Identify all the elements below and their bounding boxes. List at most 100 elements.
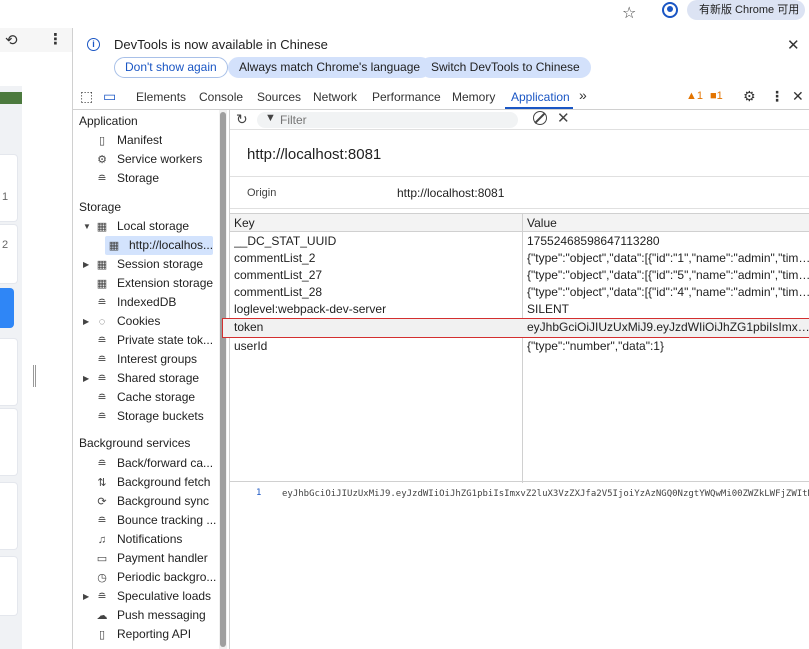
table-row[interactable]: commentList_28 {"type":"object","data":[{… — [230, 284, 809, 301]
table-row[interactable]: userId {"type":"number","data":1} — [230, 338, 809, 355]
device-toolbar-icon[interactable]: ▭ — [103, 88, 116, 105]
sidebar-item-push-messaging[interactable]: ☁ Push messaging — [95, 606, 206, 625]
sidebar-item-reporting-api[interactable]: ▯ Reporting API — [95, 625, 191, 644]
sidebar-item-background-fetch[interactable]: ⇅ Background fetch — [95, 473, 210, 492]
collapsed-arrow-icon[interactable]: ▶ — [83, 260, 89, 269]
sidebar-item-extension-storage[interactable]: ▦ Extension storage — [95, 274, 213, 293]
tab-elements[interactable]: Elements — [136, 90, 186, 104]
sidebar-item-shared-storage[interactable]: ≘ Shared storage — [95, 369, 199, 388]
sidebar-item-periodic-background-sync[interactable]: ◷ Periodic backgro... — [95, 568, 219, 587]
table-row[interactable]: commentList_27 {"type":"object","data":[{… — [230, 267, 809, 284]
sidebar-item-speculative-loads[interactable]: ≘ Speculative loads — [95, 587, 211, 606]
switch-to-chinese-button[interactable]: Switch DevTools to Chinese — [420, 57, 591, 78]
database-icon: ≘ — [97, 591, 107, 603]
expanded-arrow-icon[interactable]: ▼ — [83, 222, 91, 231]
sidebar-item-bounce-tracking[interactable]: ≘ Bounce tracking ... — [95, 511, 219, 530]
table-header: Key Value — [230, 214, 809, 232]
sidebar-item-storage-buckets[interactable]: ≘ Storage buckets — [95, 407, 204, 426]
sidebar-item-interest-groups[interactable]: ≘ Interest groups — [95, 350, 197, 369]
sidebar-item-label: Cache storage — [117, 390, 196, 404]
tab-performance[interactable]: Performance — [372, 90, 441, 104]
sidebar-item-payment-handler[interactable]: ▭ Payment handler — [95, 549, 208, 568]
issues-count: 1 — [716, 90, 723, 102]
page-blue-button[interactable] — [0, 288, 14, 328]
tab-sources[interactable]: Sources — [257, 90, 301, 104]
issues-icon[interactable]: ■1 — [710, 90, 723, 102]
filter-box[interactable]: ▼ — [257, 112, 518, 128]
settings-gear-icon[interactable]: ⚙ — [743, 88, 756, 105]
sidebar-item-label: Storage buckets — [117, 409, 204, 423]
page-card[interactable] — [0, 556, 18, 616]
collapsed-arrow-icon[interactable]: ▶ — [83, 374, 89, 383]
dont-show-again-button[interactable]: Don't show again — [114, 57, 228, 78]
scrollbar-thumb[interactable] — [220, 112, 226, 647]
row-value: 17552468598647113280 — [527, 234, 660, 248]
sidebar-item-background-sync[interactable]: ⟳ Background sync — [95, 492, 209, 511]
storage-toolbar: ↻ ▼ ✕ — [230, 110, 809, 130]
column-header-key[interactable]: Key — [234, 216, 255, 230]
collapsed-arrow-icon[interactable]: ▶ — [83, 592, 89, 601]
sidebar-item-back-forward-cache[interactable]: ≘ Back/forward ca... — [95, 454, 219, 473]
preview-text[interactable]: eyJhbGciOiJIUzUxMiJ9.eyJzdWIiOiJhZG1pbiI… — [282, 489, 809, 499]
row-key: commentList_27 — [234, 268, 323, 282]
bookmark-star-icon[interactable]: ☆ — [622, 3, 636, 23]
tab-network[interactable]: Network — [313, 90, 357, 104]
tab-console[interactable]: Console — [199, 90, 243, 104]
table-row[interactable]: commentList_2 {"type":"object","data":[{"… — [230, 250, 809, 267]
sidebar-item-service-workers[interactable]: ⚙ Service workers — [95, 150, 202, 169]
sidebar-item-indexeddb[interactable]: ≘ IndexedDB — [95, 293, 176, 312]
sidebar-item-private-state-tokens[interactable]: ≘ Private state tok... — [95, 331, 219, 350]
sidebar-scrollbar[interactable] — [219, 110, 227, 649]
page-card[interactable]: 2 — [0, 224, 18, 284]
table-row[interactable]: loglevel:webpack-dev-server SILENT — [230, 301, 809, 318]
more-options-icon[interactable]: ⋮ — [48, 30, 63, 48]
match-chrome-language-button[interactable]: Always match Chrome's language — [228, 57, 432, 78]
page-card[interactable] — [0, 408, 18, 476]
sidebar-item-label: Payment handler — [117, 551, 208, 565]
profile-icon[interactable] — [662, 2, 678, 18]
row-value: {"type":"object","data":[{"id":"1","name… — [527, 251, 809, 265]
sidebar-item-session-storage[interactable]: ▦ Session storage — [95, 255, 203, 274]
sidebar-item-label: Notifications — [117, 532, 183, 546]
table-icon: ▦ — [96, 259, 108, 271]
more-tabs-icon[interactable]: » — [579, 87, 587, 103]
chrome-update-button[interactable]: 有新版 Chrome 可用 — [687, 0, 805, 20]
tab-application[interactable]: Application — [511, 90, 570, 104]
page-card[interactable] — [0, 482, 18, 550]
database-icon: ≘ — [97, 411, 107, 423]
warning-icon[interactable]: ▲1 — [686, 90, 703, 102]
tab-memory[interactable]: Memory — [452, 90, 495, 104]
close-devtools-icon[interactable]: ✕ — [792, 88, 804, 105]
sidebar-item-local-storage[interactable]: ▦ Local storage — [95, 217, 189, 236]
devtools-menu-icon[interactable]: ⋮ — [770, 88, 784, 105]
sidebar-item-label: Bounce tracking ... — [117, 513, 217, 527]
sidebar-item-cookies[interactable]: ◌ Cookies — [95, 312, 161, 331]
page-card[interactable]: 1 — [0, 154, 18, 222]
database-icon: ≘ — [97, 515, 107, 527]
row-key: commentList_2 — [234, 251, 316, 265]
column-header-value[interactable]: Value — [527, 216, 557, 230]
table-row-selected[interactable]: token eyJhbGciOiJIUzUxMiJ9.eyJzdWIiOiJhZG… — [222, 318, 809, 338]
delete-selected-icon[interactable]: ✕ — [557, 109, 570, 127]
sidebar-item-notifications[interactable]: ♫ Notifications — [95, 530, 183, 549]
sidebar-item-localhost[interactable]: ▦ http://localhos... — [105, 236, 213, 255]
table-icon: ▦ — [96, 221, 108, 233]
sidebar-item-cache-storage[interactable]: ≘ Cache storage — [95, 388, 195, 407]
row-value: {"type":"object","data":[{"id":"4","name… — [527, 285, 809, 299]
rotate-icon[interactable]: ⟲ — [5, 31, 18, 49]
clear-all-icon[interactable] — [533, 111, 547, 125]
page-card[interactable] — [0, 338, 18, 406]
sidebar-item-manifest[interactable]: ▯ Manifest — [95, 131, 162, 150]
sidebar-item-storage[interactable]: ≘ Storage — [95, 169, 159, 188]
row-value: SILENT — [527, 302, 570, 316]
resize-handle[interactable] — [33, 365, 36, 387]
row-value: {"type":"object","data":[{"id":"5","name… — [527, 268, 809, 282]
refresh-icon[interactable]: ↻ — [236, 111, 248, 128]
inspect-element-icon[interactable]: ⬚ — [80, 88, 93, 105]
filter-input[interactable] — [280, 112, 510, 128]
storage-table: Key Value __DC_STAT_UUID 1755246859864711… — [222, 213, 809, 483]
collapsed-arrow-icon[interactable]: ▶ — [83, 317, 89, 326]
close-icon[interactable]: ✕ — [787, 36, 800, 54]
table-row[interactable]: __DC_STAT_UUID 17552468598647113280 — [230, 233, 809, 250]
table-icon: ▦ — [96, 278, 108, 290]
